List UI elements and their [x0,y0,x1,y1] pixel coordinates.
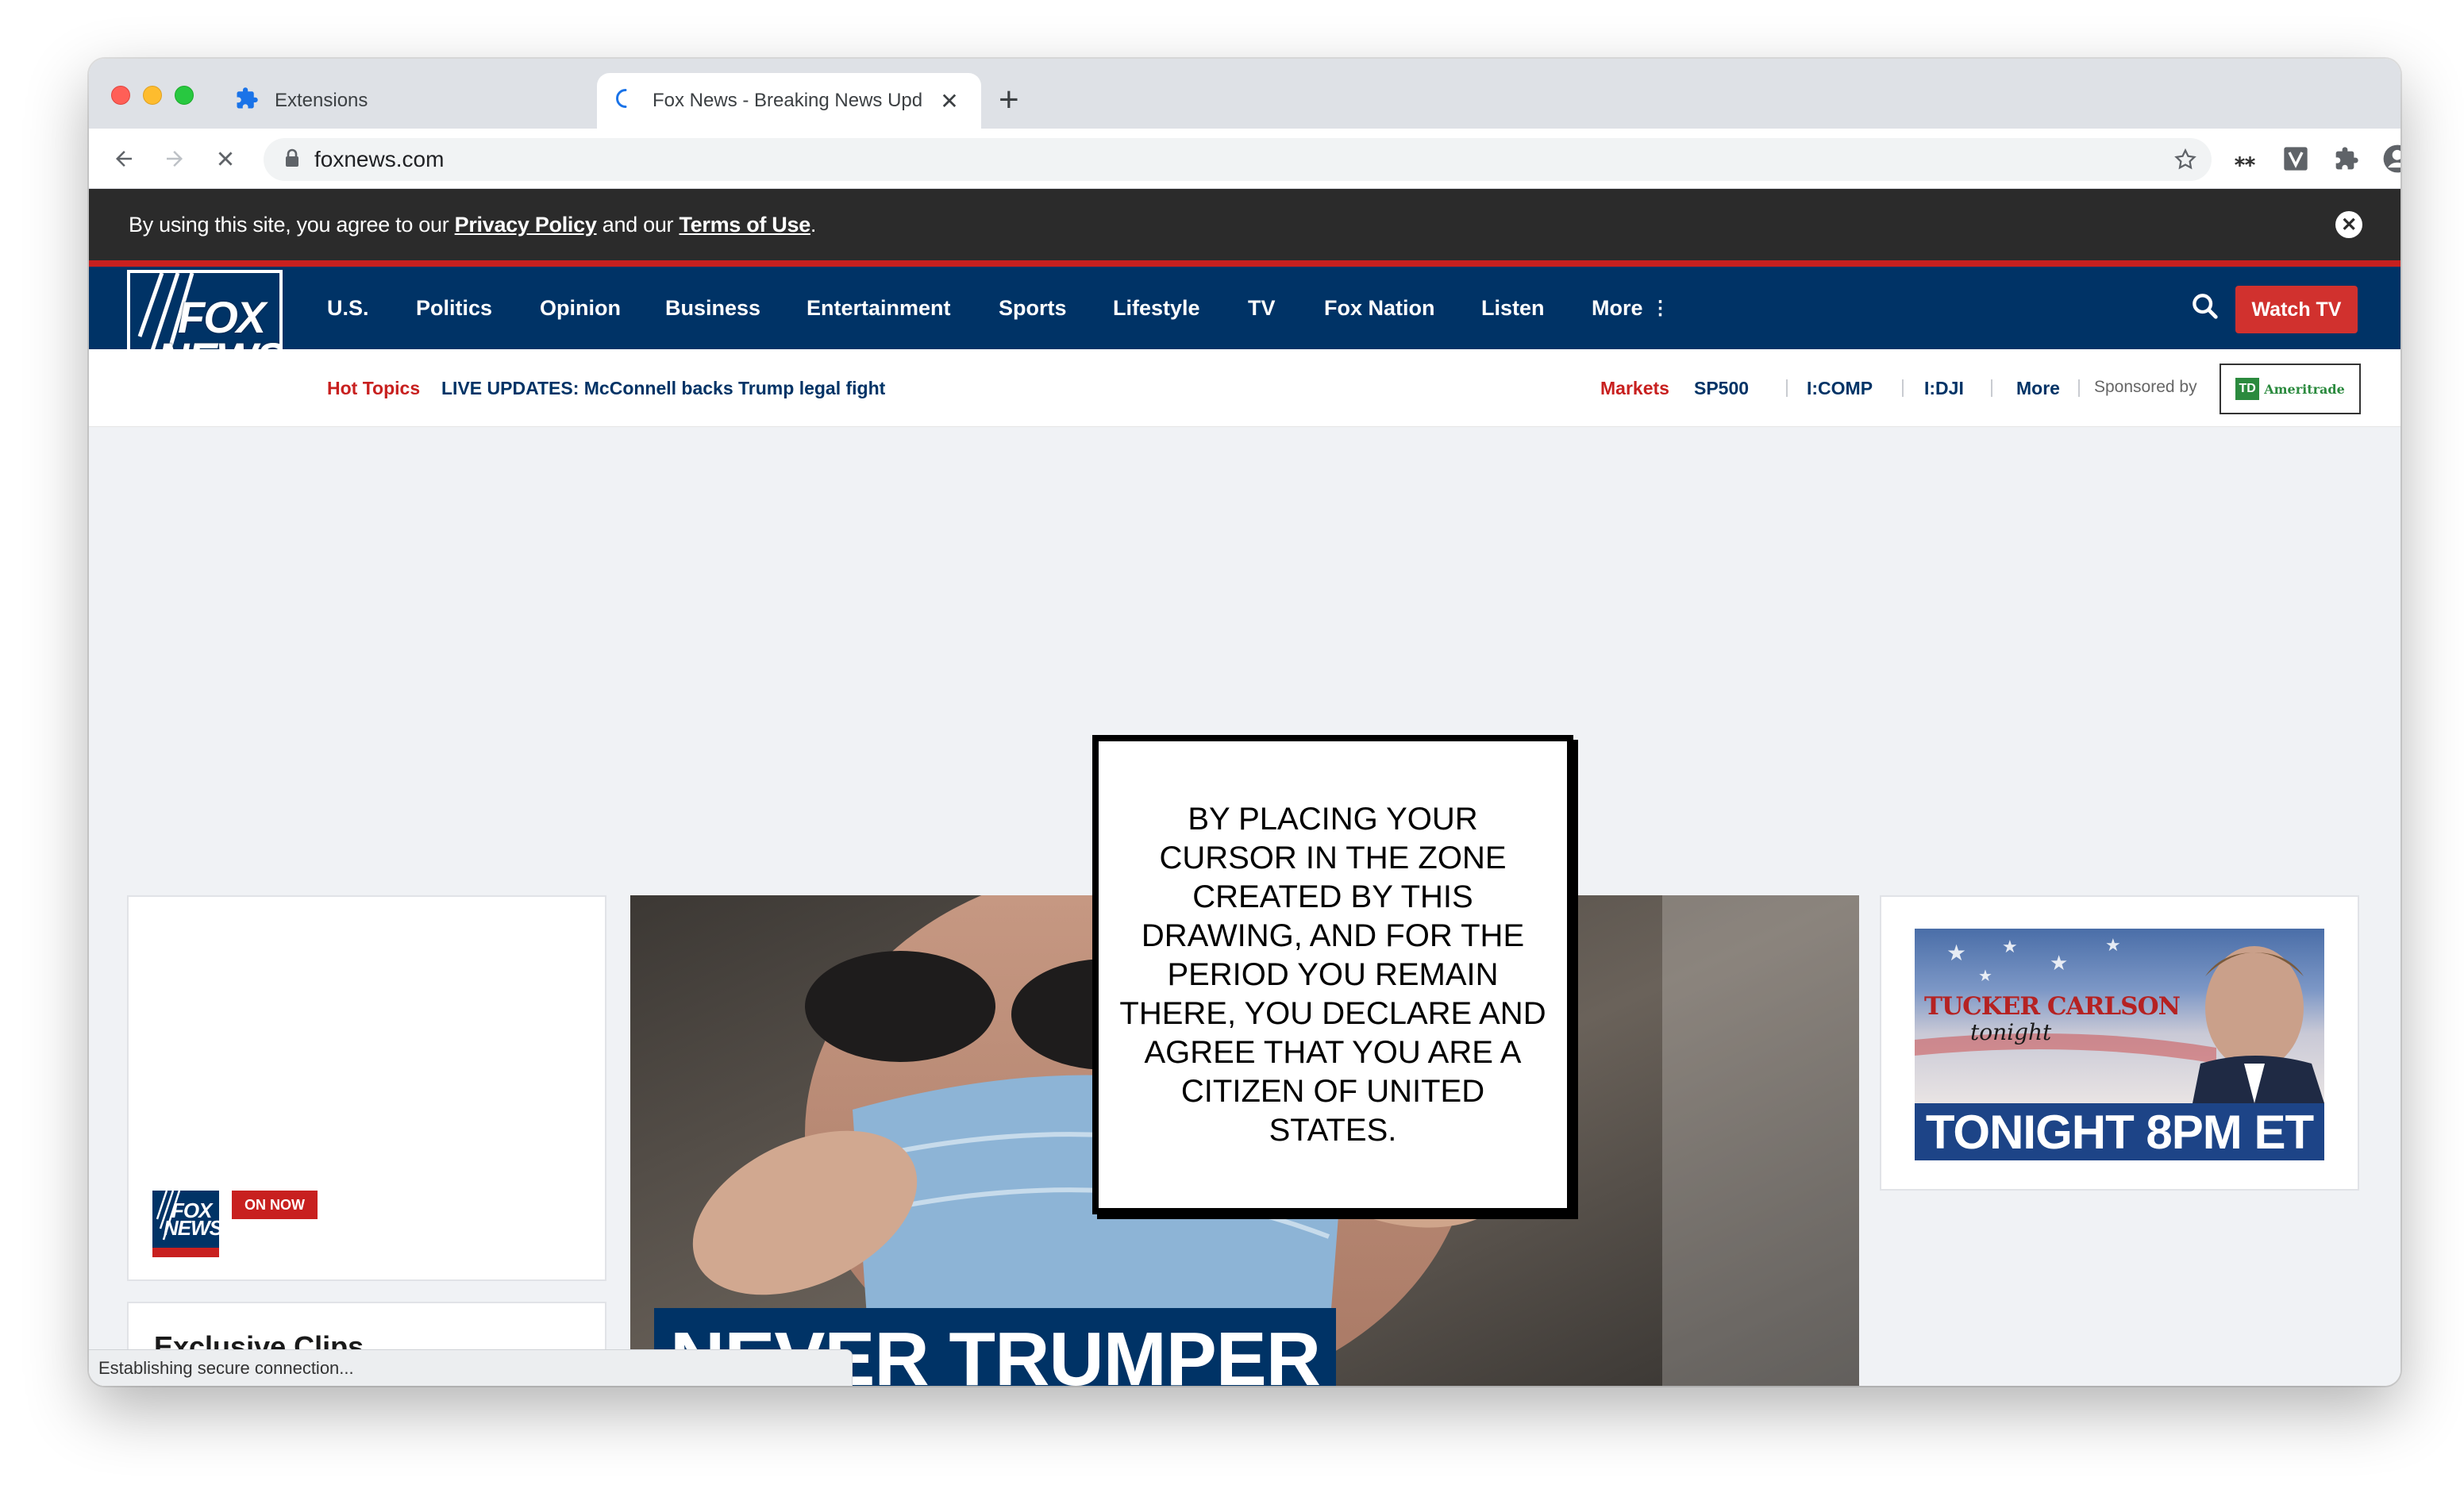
nav-lifestyle[interactable]: Lifestyle [1113,267,1200,349]
logo-line1: FOX [178,292,266,342]
on-now-badge: ON NOW [232,1191,318,1219]
ticker-sp500[interactable]: SP500 [1694,349,1749,427]
maximize-window-button[interactable] [175,86,194,105]
main-navigation: U.S. Politics Opinion Business Entertain… [89,267,2400,349]
live-tv-card[interactable]: FOX NEWS ON NOW [127,895,606,1281]
web-page: By using this site, you agree to our Pri… [89,189,2400,1386]
close-tab-icon[interactable]: ✕ [935,88,964,114]
extensions-puzzle-icon[interactable] [2329,141,2364,176]
divider [1786,379,1788,397]
nav-fox-nation[interactable]: Fox Nation [1324,267,1435,349]
tab-title: Extensions [275,90,368,111]
nav-more-label: More [1592,295,1643,320]
divider [1902,379,1904,397]
show-time: TONIGHT 8PM ET [1915,1103,2324,1160]
svg-text:★: ★ [1978,966,1992,985]
terms-of-use-link[interactable]: Terms of Use [679,213,810,237]
sponsored-by-label: Sponsored by [2094,378,2197,396]
cookie-consent-bar: By using this site, you agree to our Pri… [89,189,2400,260]
browser-window: Extensions ✕ Fox News - Breaking News Up… [89,59,2400,1386]
url-text: foxnews.com [314,147,445,171]
logo-red-band [152,1248,219,1257]
tab-title: Fox News - Breaking News Upd [653,90,923,111]
stop-loading-button[interactable] [206,140,244,178]
back-arrow-icon [116,151,132,167]
tab-foxnews[interactable]: Fox News - Breaking News Upd ✕ [597,73,981,129]
cursor-zone-text: BY PLACING YOUR CURSOR IN THE ZONE CREAT… [1119,801,1546,1148]
svg-text:★: ★ [2050,952,2068,975]
nav-opinion[interactable]: Opinion [540,267,621,349]
back-button[interactable] [105,140,143,178]
extension-v-icon[interactable] [2278,141,2313,176]
close-cookie-bar-icon[interactable]: ✕ [2335,211,2362,238]
nav-us[interactable]: U.S. [327,267,369,349]
sponsor-logo[interactable]: TD Ameritrade [2220,364,2361,414]
puzzle-icon [235,87,259,116]
svg-text:★: ★ [1946,940,1966,966]
cookie-text: By using this site, you agree to our [129,212,455,237]
nav-listen[interactable]: Listen [1481,267,1545,349]
search-icon[interactable] [2189,290,2224,325]
ad-flag-background: ★ ★ ★ ★ ★ TUCKER CARLSON tonight [1915,929,2324,1103]
tucker-carlson-ad[interactable]: ★ ★ ★ ★ ★ TUCKER CARLSON tonight TONIGHT… [1915,929,2324,1160]
nav-business[interactable]: Business [665,267,760,349]
sub-navigation: Hot Topics LIVE UPDATES: McConnell backs… [89,349,2400,427]
minimize-window-button[interactable] [143,86,162,105]
loading-spinner-icon [614,87,637,115]
watch-tv-button[interactable]: Watch TV [2235,286,2358,333]
more-dots-icon: ⋮ [1650,297,1670,319]
extension-asterisk-icon[interactable]: ⁎⁎ [2227,141,2262,176]
browser-toolbar: foxnews.com ⁎⁎ [89,129,2400,189]
nav-sports[interactable]: Sports [999,267,1067,349]
show-subtitle: tonight [1970,1019,2052,1045]
fox-news-channel-logo: FOX NEWS [152,1191,219,1257]
close-window-button[interactable] [111,86,130,105]
browser-status-bar: Establishing secure connection... [89,1349,853,1386]
tab-strip: Extensions ✕ Fox News - Breaking News Up… [89,59,2400,129]
promo-card[interactable]: ★ ★ ★ ★ ★ TUCKER CARLSON tonight TONIGHT… [1880,895,2359,1191]
sponsor-name: Ameritrade [2264,381,2345,397]
markets-more-link[interactable]: More [2016,349,2060,427]
mini-logo-line2: NEWS [164,1216,219,1240]
nav-tv[interactable]: TV [1248,267,1276,349]
cookie-text: . [810,212,817,237]
bookmark-star-icon[interactable] [2173,148,2197,175]
hot-topics-label: Hot Topics [327,377,421,398]
address-bar[interactable]: foxnews.com [264,138,2212,181]
divider [2078,379,2080,397]
markets-label[interactable]: Markets [1600,349,1669,427]
cursor-zone-drawing[interactable]: BY PLACING YOUR CURSOR IN THE ZONE CREAT… [1092,735,1573,1214]
forward-arrow-icon [167,151,183,167]
svg-text:★: ★ [2002,937,2018,957]
cookie-text: and our [596,212,680,237]
show-name: TUCKER CARLSON [1924,992,2181,1021]
svg-text:★: ★ [2105,936,2121,956]
header-red-stripe [89,260,2400,267]
profile-avatar-icon[interactable] [2380,141,2400,176]
nav-more[interactable]: More ⋮ [1592,267,1670,349]
new-tab-button[interactable]: + [999,83,1019,117]
nav-politics[interactable]: Politics [416,267,492,349]
close-icon [218,152,233,166]
divider [1991,379,1992,397]
hot-topic-link[interactable]: LIVE UPDATES: McConnell backs Trump lega… [441,349,885,427]
nav-entertainment[interactable]: Entertainment [807,267,951,349]
td-mark: TD [2235,378,2260,400]
ticker-idji[interactable]: I:DJI [1924,349,1964,427]
forward-button[interactable] [156,140,194,178]
ticker-icomp[interactable]: I:COMP [1807,349,1873,427]
privacy-policy-link[interactable]: Privacy Policy [455,213,597,237]
lock-icon [284,148,300,171]
